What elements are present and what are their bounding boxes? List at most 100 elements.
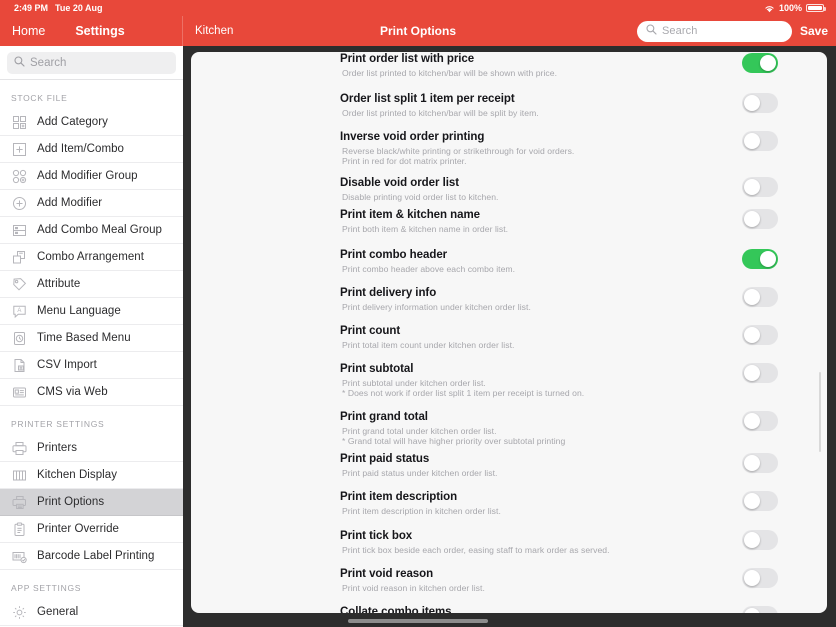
vertical-scrollbar[interactable] (818, 372, 821, 452)
option-toggle[interactable] (742, 411, 778, 431)
option-description-line: Reverse black/white printing or striketh… (342, 145, 575, 156)
status-bar-right: 100% (764, 3, 828, 13)
nav-home-button[interactable]: Home (0, 24, 45, 38)
sidebar-item-label: Print Options (37, 496, 105, 508)
save-button[interactable]: Save (800, 24, 830, 38)
option-row: Order list split 1 item per receipt Order… (191, 92, 827, 118)
barcode-label-icon (9, 547, 29, 565)
option-toggle[interactable] (742, 287, 778, 307)
csv-file-icon (9, 356, 29, 374)
sidebar-item-label: Add Item/Combo (37, 143, 124, 155)
option-toggle[interactable] (742, 453, 778, 473)
option-text: Print item description Print item descrip… (340, 490, 742, 516)
sidebar-item-printers[interactable]: Printers (0, 435, 183, 462)
option-description-line: Print delivery information under kitchen… (342, 301, 531, 312)
option-row: Collate combo items (191, 605, 827, 613)
option-toggle[interactable] (742, 249, 778, 269)
sidebar-item-printer-override[interactable]: Printer Override (0, 516, 183, 543)
toggle-knob (743, 492, 761, 510)
option-title: Print item description (340, 491, 458, 503)
option-title: Print void reason (340, 568, 434, 580)
option-title: Print item & kitchen name (340, 209, 480, 221)
sidebar-item-cms-via-web[interactable]: CMS via Web (0, 379, 183, 406)
option-description: Print combo header above each combo item… (340, 264, 726, 274)
option-description: Print total item count under kitchen ord… (340, 340, 726, 350)
sidebar-item-label: Add Modifier Group (37, 170, 138, 182)
tablet-screen: 2:49 PM Tue 20 Aug 100% Print Options Ho… (0, 0, 836, 627)
option-title: Order list split 1 item per receipt (340, 93, 515, 105)
sidebar-item-add-item-combo[interactable]: Add Item/Combo (0, 136, 183, 163)
web-card-icon (9, 383, 29, 401)
toggle-knob (743, 178, 761, 196)
option-toggle[interactable] (742, 568, 778, 588)
sidebar-item-kitchen-display[interactable]: Kitchen Display (0, 462, 183, 489)
option-toggle[interactable] (742, 131, 778, 151)
sidebar-item-attribute[interactable]: Attribute (0, 271, 183, 298)
plus-square-icon (9, 140, 29, 158)
sidebar-item-csv-import[interactable]: CSV Import (0, 352, 183, 379)
sidebar-item-general[interactable]: General (0, 599, 183, 626)
sidebar-item-add-modifier-group[interactable]: Add Modifier Group (0, 163, 183, 190)
sidebar-item-combo-arrangement[interactable]: Combo Arrangement (0, 244, 183, 271)
option-description-line: * Grand total will have higher priority … (342, 435, 566, 446)
option-text: Order list split 1 item per receipt Order… (340, 92, 742, 118)
option-title: Print count (340, 325, 401, 337)
option-toggle[interactable] (742, 209, 778, 229)
option-toggle[interactable] (742, 530, 778, 550)
option-title: Print order list with price (340, 53, 475, 65)
sidebar-item-menu-language[interactable]: A Menu Language (0, 298, 183, 325)
sidebar-item-label: CSV Import (37, 359, 97, 371)
option-description-line: Print combo header above each combo item… (342, 263, 516, 274)
option-toggle[interactable] (742, 325, 778, 345)
sidebar-item-barcode-label-printing[interactable]: Barcode Label Printing (0, 543, 183, 570)
nav-settings-button[interactable]: Settings (75, 24, 124, 38)
option-row: Print item description Print item descrip… (191, 490, 827, 516)
option-text: Print order list with price Order list pr… (340, 52, 742, 78)
toggle-knob (759, 54, 777, 72)
option-toggle[interactable] (742, 93, 778, 113)
status-bar: 2:49 PM Tue 20 Aug 100% (0, 0, 836, 16)
option-text: Inverse void order printing Reverse black… (340, 130, 742, 166)
option-description: Disable printing void order list to kitc… (340, 192, 726, 202)
option-toggle[interactable] (742, 491, 778, 511)
option-toggle[interactable] (742, 53, 778, 73)
option-row: Print grand total Print grand total under… (191, 410, 827, 446)
sidebar-item-label: Combo Arrangement (37, 251, 144, 263)
option-description: Reverse black/white printing or striketh… (340, 146, 726, 167)
sidebar-search-placeholder: Search (30, 57, 67, 69)
print-options-panel: Print order list with price Order list pr… (191, 52, 827, 613)
option-row: Print combo header Print combo header abo… (191, 248, 827, 274)
search-input[interactable]: Search (636, 20, 792, 42)
option-row: Print delivery info Print delivery inform… (191, 286, 827, 312)
option-description-line: Order list printed to kitchen/bar will b… (342, 67, 558, 78)
sidebar-item-print-options[interactable]: Print Options (0, 489, 183, 516)
home-indicator (348, 619, 488, 623)
option-row: Print count Print total item count under … (191, 324, 827, 350)
option-description-line: Order list printed to kitchen/bar will b… (342, 107, 539, 118)
option-row: Print item & kitchen name Print both item… (191, 208, 827, 234)
option-toggle[interactable] (742, 363, 778, 383)
sidebar-sections: STOCK FILE Add Category Add Item/Combo Add … (0, 80, 183, 626)
sidebar-search-container: Search (0, 46, 183, 80)
option-description-line: * Does not work if order list split 1 it… (342, 387, 585, 398)
toggle-knob (743, 94, 761, 112)
speech-a-icon: A (9, 302, 29, 320)
sidebar-item-label: CMS via Web (37, 386, 108, 398)
toggle-knob (743, 210, 761, 228)
option-description: Order list printed to kitchen/bar will b… (340, 68, 726, 78)
sidebar-item-time-based-menu[interactable]: Time Based Menu (0, 325, 183, 352)
sidebar-item-label: Printer Override (37, 523, 119, 535)
option-description: Print subtotal under kitchen order list.… (340, 378, 726, 399)
option-text: Print void reason Print void reason in ki… (340, 567, 742, 593)
sidebar-search-input[interactable]: Search (7, 52, 176, 74)
option-description: Print item description in kitchen order … (340, 506, 726, 516)
sidebar-item-add-modifier[interactable]: Add Modifier (0, 190, 183, 217)
option-description: Order list printed to kitchen/bar will b… (340, 108, 726, 118)
nav-bar: Print Options Home Settings Kitchen Sear… (0, 16, 836, 46)
option-title: Collate combo items (340, 606, 452, 613)
sidebar-item-add-category[interactable]: Add Category (0, 109, 183, 136)
option-toggle[interactable] (742, 606, 778, 613)
option-description-line: Print total item count under kitchen ord… (342, 339, 515, 350)
sidebar-item-add-combo-meal-group[interactable]: Add Combo Meal Group (0, 217, 183, 244)
option-toggle[interactable] (742, 177, 778, 197)
